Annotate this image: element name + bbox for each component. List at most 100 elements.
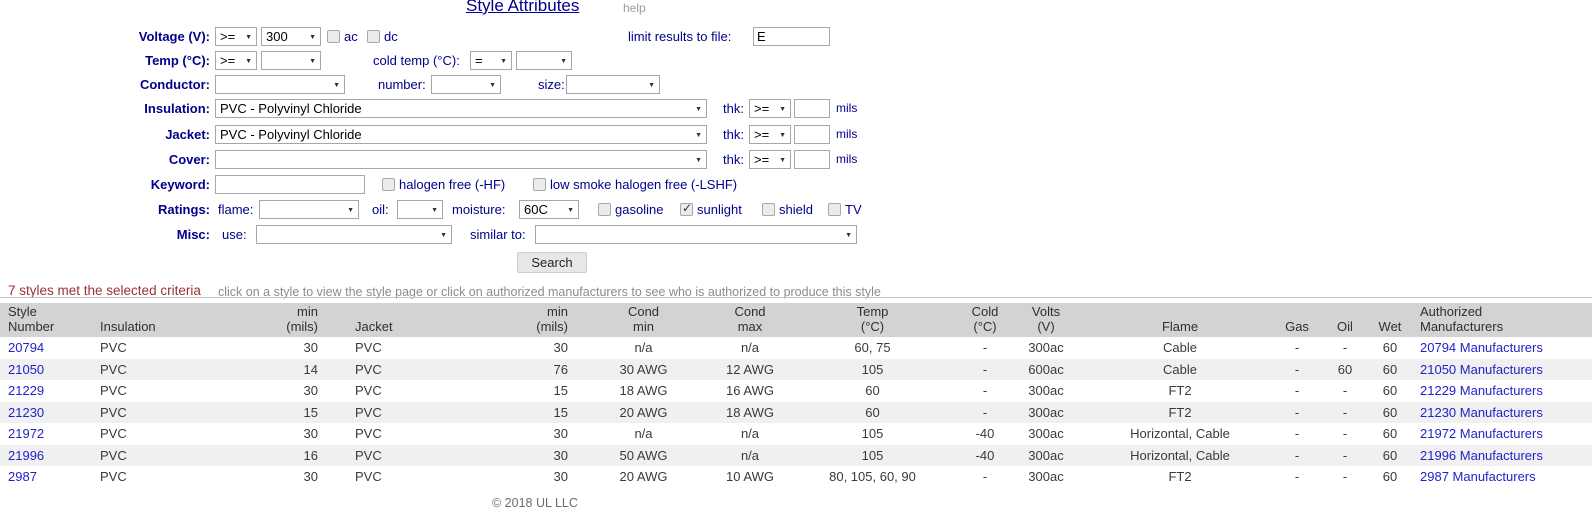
use-label: use: (222, 225, 247, 244)
page-title[interactable]: Style Attributes (466, 0, 579, 16)
insulation-thk-op-select[interactable]: >=▼ (749, 99, 791, 118)
cell-jacket: PVC (322, 423, 500, 445)
dropdown-arrow-icon: ▼ (245, 57, 252, 66)
style-link[interactable]: 21996 (8, 448, 44, 463)
style-link[interactable]: 21230 (8, 405, 44, 420)
manufacturers-link[interactable]: 21229 Manufacturers (1420, 383, 1543, 398)
cell-gas: - (1278, 337, 1316, 359)
cell-jacket: PVC (322, 402, 500, 424)
temp-value-select[interactable]: ▼ (261, 51, 321, 70)
cell-volts: 600ac (1010, 359, 1082, 381)
sunlight-checkbox[interactable] (680, 203, 693, 216)
halogen-free-checkbox[interactable] (382, 178, 395, 191)
cell-insulation: PVC (100, 359, 250, 381)
cover-thk-op-select[interactable]: >=▼ (749, 150, 791, 169)
cell-volts: 300ac (1010, 423, 1082, 445)
cell-cond_min: 20 AWG (572, 466, 715, 488)
jacket-thk-input[interactable] (794, 125, 830, 144)
cover-mils-label: mils (836, 150, 857, 169)
cell-cond_max: n/a (715, 423, 785, 445)
cover-thk-input[interactable] (794, 150, 830, 169)
col-header-volts: Volts(V) (1010, 303, 1082, 337)
oil-select[interactable]: ▼ (397, 200, 443, 219)
cold-temp-label: cold temp (°C): (373, 51, 460, 70)
cell-insulation: PVC (100, 337, 250, 359)
cell-insulation: PVC (100, 466, 250, 488)
dropdown-arrow-icon: ▼ (500, 57, 507, 66)
style-link[interactable]: 21972 (8, 426, 44, 441)
table-row: 20794PVC30PVC30n/an/a60, 75-300acCable--… (0, 337, 1592, 359)
manufacturers-link[interactable]: 20794 Manufacturers (1420, 340, 1543, 355)
cell-temp: 105 (785, 423, 960, 445)
cell-cold: - (960, 337, 1010, 359)
cell-flame: Cable (1082, 337, 1278, 359)
cold-temp-op-select[interactable]: =▼ (470, 51, 512, 70)
col-header-wet: Wet (1374, 303, 1406, 337)
keyword-input[interactable] (215, 175, 365, 194)
cell-min2: 30 (500, 466, 572, 488)
limit-results-input[interactable] (753, 27, 830, 46)
insulation-thk-input[interactable] (794, 99, 830, 118)
size-label: size: (538, 75, 565, 94)
cell-temp: 80, 105, 60, 90 (785, 466, 960, 488)
col-header-gas: Gas (1278, 303, 1316, 337)
tv-checkbox[interactable] (828, 203, 841, 216)
cell-cold: - (960, 402, 1010, 424)
conductor-select[interactable]: ▼ (215, 75, 345, 94)
voltage-value-select[interactable]: 300▼ (261, 27, 321, 46)
cell-oil: - (1316, 445, 1374, 467)
tv-label: TV (845, 200, 862, 219)
use-select[interactable]: ▼ (256, 225, 452, 244)
lshf-label: low smoke halogen free (-LSHF) (550, 175, 737, 194)
col-header-temp: Temp(°C) (785, 303, 960, 337)
cell-volts: 300ac (1010, 380, 1082, 402)
col-header-authorized-manufacturers: AuthorizedManufacturers (1406, 303, 1592, 337)
cold-temp-value-select[interactable]: ▼ (516, 51, 572, 70)
jacket-select[interactable]: PVC - Polyvinyl Chloride▼ (215, 125, 707, 144)
number-select[interactable]: ▼ (431, 75, 501, 94)
style-link[interactable]: 21229 (8, 383, 44, 398)
cell-oil: - (1316, 380, 1374, 402)
jacket-thk-op-select[interactable]: >=▼ (749, 125, 791, 144)
voltage-label: Voltage (V): (0, 27, 210, 46)
col-header-jacket: Jacket (322, 303, 500, 337)
voltage-op-select[interactable]: >=▼ (215, 27, 257, 46)
style-link[interactable]: 21050 (8, 362, 44, 377)
cell-temp: 105 (785, 359, 960, 381)
manufacturers-link[interactable]: 21972 Manufacturers (1420, 426, 1543, 441)
cover-select[interactable]: ▼ (215, 150, 707, 169)
manufacturers-link[interactable]: 21996 Manufacturers (1420, 448, 1543, 463)
dropdown-arrow-icon: ▼ (779, 156, 786, 165)
cell-oil: - (1316, 337, 1374, 359)
style-link[interactable]: 2987 (8, 469, 37, 484)
insulation-select[interactable]: PVC - Polyvinyl Chloride▼ (215, 99, 707, 118)
manufacturers-link[interactable]: 2987 Manufacturers (1420, 469, 1536, 484)
cell-manufacturers: 21972 Manufacturers (1406, 423, 1592, 445)
gasoline-checkbox[interactable] (598, 203, 611, 216)
manufacturers-link[interactable]: 21050 Manufacturers (1420, 362, 1543, 377)
temp-op-select[interactable]: >=▼ (215, 51, 257, 70)
dropdown-arrow-icon: ▼ (845, 231, 852, 240)
lshf-checkbox[interactable] (533, 178, 546, 191)
manufacturers-link[interactable]: 21230 Manufacturers (1420, 405, 1543, 420)
ac-label: ac (344, 27, 358, 46)
cell-style: 21050 (0, 359, 100, 381)
cell-volts: 300ac (1010, 402, 1082, 424)
col-header-min-mils-1: min(mils) (250, 303, 322, 337)
cell-cond_max: 10 AWG (715, 466, 785, 488)
help-link[interactable]: help (623, 1, 646, 15)
cell-temp: 60, 75 (785, 337, 960, 359)
ac-checkbox[interactable] (327, 30, 340, 43)
moisture-select[interactable]: 60C▼ (519, 200, 579, 219)
similar-to-select[interactable]: ▼ (535, 225, 857, 244)
flame-select[interactable]: ▼ (259, 200, 359, 219)
dc-checkbox[interactable] (367, 30, 380, 43)
size-select[interactable]: ▼ (566, 75, 660, 94)
col-header-oil: Oil (1316, 303, 1374, 337)
cell-cond_max: 12 AWG (715, 359, 785, 381)
style-link[interactable]: 20794 (8, 340, 44, 355)
cell-jacket: PVC (322, 466, 500, 488)
search-button[interactable]: Search (517, 252, 587, 273)
dropdown-arrow-icon: ▼ (245, 33, 252, 42)
shield-checkbox[interactable] (762, 203, 775, 216)
